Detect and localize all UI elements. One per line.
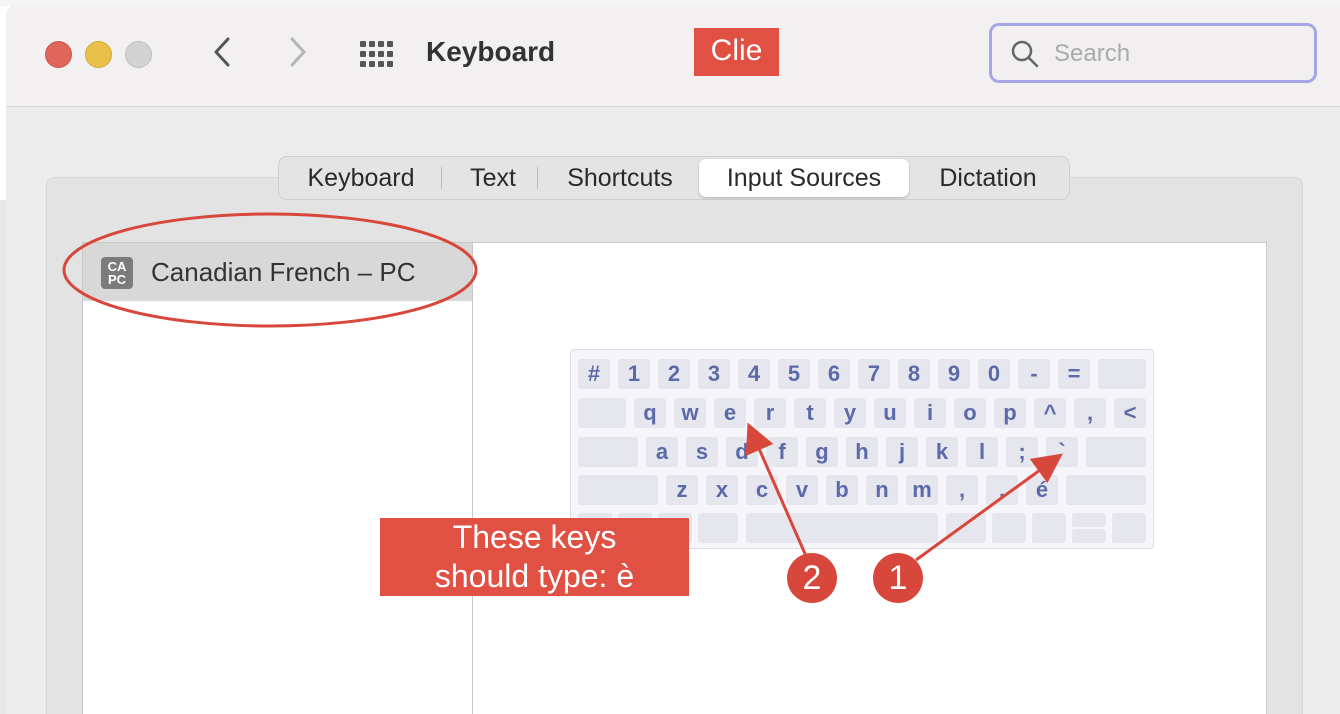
key: n	[866, 475, 898, 505]
key: <	[1114, 398, 1146, 428]
key: k	[926, 437, 958, 467]
key: t	[794, 398, 826, 428]
key: w	[674, 398, 706, 428]
key: l	[966, 437, 998, 467]
key-arrow-down	[1072, 529, 1106, 543]
key: j	[886, 437, 918, 467]
key: o	[954, 398, 986, 428]
tab-keyboard[interactable]: Keyboard	[287, 157, 435, 199]
key: b	[826, 475, 858, 505]
key: 3	[698, 359, 730, 389]
input-sources-list: CA PC Canadian French – PC	[82, 242, 473, 714]
tab-text[interactable]: Text	[449, 157, 537, 199]
key: c	[746, 475, 778, 505]
key: f	[766, 437, 798, 467]
key: 7	[858, 359, 890, 389]
key: e	[714, 398, 746, 428]
key-command-right	[946, 513, 986, 543]
key-tab	[578, 398, 626, 428]
tab-divider	[441, 167, 442, 189]
key: 0	[978, 359, 1010, 389]
key: u	[874, 398, 906, 428]
annotation-marker-2: 2	[787, 553, 837, 603]
key-delete	[1098, 359, 1146, 389]
key: 4	[738, 359, 770, 389]
key-space	[746, 513, 938, 543]
key: r	[754, 398, 786, 428]
tab-bar: Keyboard Text Shortcuts Input Sources Di…	[278, 156, 1070, 200]
key: m	[906, 475, 938, 505]
key: q	[634, 398, 666, 428]
key-arrow-right	[1112, 513, 1146, 543]
back-button[interactable]	[206, 34, 242, 70]
input-source-badge-icon: CA PC	[101, 257, 133, 289]
key: é	[1026, 475, 1058, 505]
search-field[interactable]	[989, 23, 1317, 83]
key: h	[846, 437, 878, 467]
key: s	[686, 437, 718, 467]
tab-dictation[interactable]: Dictation	[915, 157, 1061, 199]
key: ,	[946, 475, 978, 505]
key-grave-accent: `	[1046, 437, 1078, 467]
key: 9	[938, 359, 970, 389]
key-arrow-up	[1072, 513, 1106, 527]
key: #	[578, 359, 610, 389]
forward-button[interactable]	[278, 34, 314, 70]
input-source-label: Canadian French – PC	[151, 257, 416, 287]
key: 6	[818, 359, 850, 389]
key: g	[806, 437, 838, 467]
key: d	[726, 437, 758, 467]
close-button[interactable]	[45, 41, 72, 68]
key: 5	[778, 359, 810, 389]
key: y	[834, 398, 866, 428]
tab-input-sources[interactable]: Input Sources	[699, 159, 909, 197]
window-title: Keyboard	[426, 36, 556, 67]
minimize-button[interactable]	[85, 41, 112, 68]
key-option-right	[992, 513, 1026, 543]
key-caps-lock	[578, 437, 638, 467]
key-command	[698, 513, 738, 543]
key: 1	[618, 359, 650, 389]
zoom-button[interactable]	[125, 41, 152, 68]
chevron-right-icon	[290, 37, 306, 67]
key: ,	[1074, 398, 1106, 428]
key: x	[706, 475, 738, 505]
title-bar: Keyboard Clie	[6, 4, 1340, 107]
show-all-grid-icon[interactable]	[358, 39, 396, 69]
annotation-marker-1: 1	[873, 553, 923, 603]
search-icon	[1011, 40, 1039, 68]
key: v	[786, 475, 818, 505]
key: ;	[1006, 437, 1038, 467]
key: 8	[898, 359, 930, 389]
key: 2	[658, 359, 690, 389]
key-shift-right	[1066, 475, 1146, 505]
key: a	[646, 437, 678, 467]
key-arrow-left	[1032, 513, 1066, 543]
key-shift-left	[578, 475, 658, 505]
search-input[interactable]	[1054, 38, 1304, 70]
key: i	[914, 398, 946, 428]
key: .	[986, 475, 1018, 505]
key: =	[1058, 359, 1090, 389]
key: -	[1018, 359, 1050, 389]
tab-shortcuts[interactable]: Shortcuts	[545, 157, 695, 199]
key-return	[1086, 437, 1146, 467]
key: z	[666, 475, 698, 505]
tab-divider	[537, 167, 538, 189]
chevron-left-icon	[214, 37, 230, 67]
input-source-row[interactable]: CA PC Canadian French – PC	[83, 243, 472, 301]
annotation-top-label: Clie	[694, 28, 779, 76]
key: p	[994, 398, 1026, 428]
key: ^	[1034, 398, 1066, 428]
annotation-callout: These keys should type: è	[380, 518, 689, 596]
